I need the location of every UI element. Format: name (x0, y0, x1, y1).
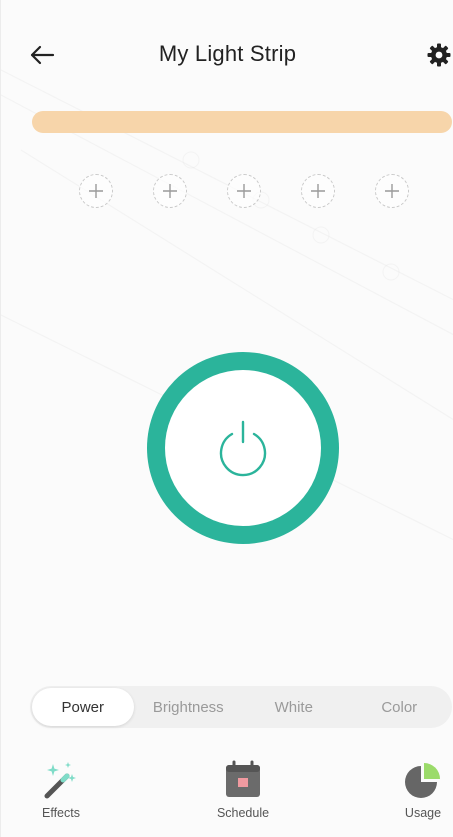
add-preset-button[interactable] (301, 174, 335, 208)
magic-wand-icon (41, 760, 81, 800)
power-toggle-button[interactable] (147, 352, 339, 544)
settings-button[interactable] (424, 40, 453, 70)
light-strip-screen: My Light Strip Power Brightness White Co… (0, 0, 453, 837)
schedule-label: Schedule (216, 806, 270, 820)
mode-tabs: Power Brightness White Color (30, 686, 452, 728)
plus-icon (385, 184, 399, 198)
usage-button[interactable]: Usage (383, 752, 453, 828)
power-button-face (165, 370, 321, 526)
header: My Light Strip (1, 30, 453, 80)
bottom-toolbar: Effects Schedule Usage (1, 752, 453, 832)
page-title: My Light Strip (158, 41, 297, 66)
schedule-button[interactable]: Schedule (203, 752, 283, 828)
power-icon (219, 420, 267, 477)
plus-icon (163, 184, 177, 198)
effects-label: Effects (42, 806, 80, 820)
preset-slots (79, 174, 409, 210)
plus-icon (311, 184, 325, 198)
add-preset-button[interactable] (227, 174, 261, 208)
plus-icon (237, 184, 251, 198)
effects-button[interactable]: Effects (21, 752, 101, 828)
tab-power[interactable]: Power (32, 688, 134, 726)
gear-icon (427, 43, 451, 67)
plus-icon (89, 184, 103, 198)
color-preview-bar[interactable] (32, 111, 452, 133)
usage-label: Usage (404, 806, 442, 820)
tab-white[interactable]: White (243, 688, 345, 726)
add-preset-button[interactable] (375, 174, 409, 208)
tab-brightness[interactable]: Brightness (138, 688, 240, 726)
calendar-icon (223, 760, 263, 800)
tab-color[interactable]: Color (349, 688, 451, 726)
pie-chart-icon (403, 760, 443, 800)
add-preset-button[interactable] (79, 174, 113, 208)
add-preset-button[interactable] (153, 174, 187, 208)
